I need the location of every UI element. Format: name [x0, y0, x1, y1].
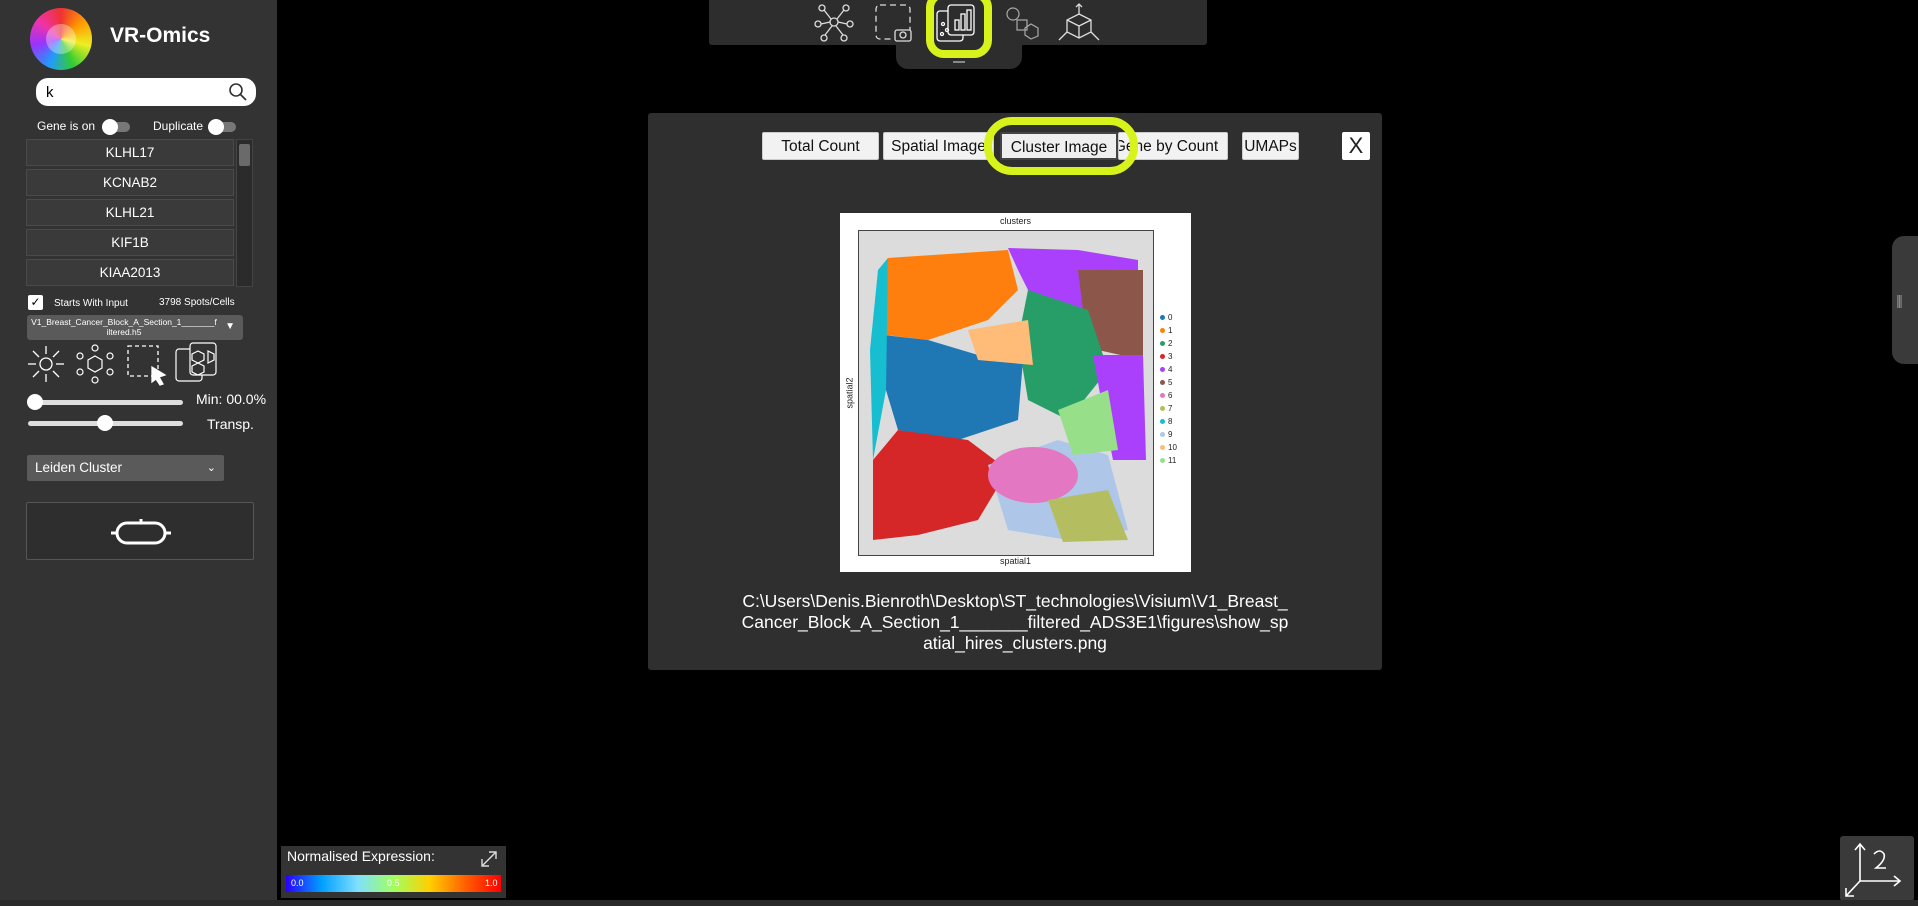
figure-ylabel: spatial2: [844, 377, 855, 409]
lasso-select-icon[interactable]: [125, 343, 167, 386]
chevron-down-icon: ▼: [225, 321, 235, 332]
legend-item: 0: [1160, 313, 1172, 322]
transparency-slider-handle[interactable]: [97, 415, 113, 431]
search-box[interactable]: [36, 78, 256, 106]
vr-headset-icon: [111, 519, 171, 545]
app-logo: [30, 8, 92, 70]
3d-cube-icon[interactable]: [1057, 2, 1101, 44]
gene-list-item[interactable]: KLHL21: [26, 199, 234, 226]
hexagon-grid-icon[interactable]: [174, 341, 217, 383]
image-file-path: C:\Users\Denis.Bienroth\Desktop\ST_techn…: [741, 591, 1289, 653]
legend-item: 5: [1160, 378, 1172, 387]
search-input[interactable]: [46, 82, 226, 102]
legend-item: 4: [1160, 365, 1172, 374]
expand-icon[interactable]: [478, 848, 500, 870]
highlight-ring: [926, 0, 992, 58]
spots-count: 3798 Spots/Cells: [159, 297, 235, 308]
legend-item: 1: [1160, 326, 1172, 335]
starts-with-input-checkbox[interactable]: ✓: [28, 295, 43, 310]
shapes-icon[interactable]: [1005, 6, 1041, 40]
close-button[interactable]: X: [1342, 132, 1370, 160]
sidebar: VR-Omics Gene is on Duplicate KLHL17 KCN…: [0, 0, 277, 906]
image-viewer-modal: Total Count Spatial Image Gene by Count …: [648, 113, 1382, 670]
highlight-ring: [984, 117, 1138, 175]
legend-item: 11: [1160, 456, 1176, 465]
tab-total-count[interactable]: Total Count: [762, 132, 879, 160]
sun-icon[interactable]: [25, 343, 67, 385]
gene-list-scrollbar[interactable]: [236, 139, 253, 287]
duplicate-toggle[interactable]: [208, 119, 236, 135]
search-icon[interactable]: [228, 82, 248, 107]
tab-umaps[interactable]: UMAPs: [1242, 132, 1299, 160]
gene-list-item[interactable]: KLHL17: [26, 139, 234, 166]
scrollbar-thumb[interactable]: [239, 144, 250, 166]
network-icon[interactable]: [814, 2, 854, 42]
tab-spatial-image[interactable]: Spatial Image: [883, 132, 994, 160]
file-dropdown-value: V1_Breast_Cancer_Block_A_Section_1______…: [31, 317, 217, 337]
gene-list: KLHL17 KCNAB2 KLHL21 KIF1B KIAA2013: [26, 139, 236, 287]
bottom-strip: [0, 900, 1918, 906]
legend-item: 3: [1160, 352, 1172, 361]
min-threshold-slider[interactable]: [28, 400, 183, 405]
expression-legend-label: Normalised Expression:: [287, 848, 435, 864]
gene-list-item[interactable]: KIF1B: [26, 229, 234, 256]
legend-item: 6: [1160, 391, 1172, 400]
grip-icon: |||: [1896, 292, 1903, 308]
expression-tick: 0.5: [387, 878, 400, 888]
legend-item: 2: [1160, 339, 1172, 348]
axes-orientation-widget[interactable]: [1840, 836, 1914, 901]
spatial-cluster-plot: [858, 230, 1154, 556]
hexagon-cluster-icon[interactable]: [74, 343, 116, 385]
expression-tick: 0.0: [291, 878, 304, 888]
gene-list-item[interactable]: KIAA2013: [26, 259, 234, 286]
duplicate-label: Duplicate: [153, 119, 204, 133]
screenshot-icon[interactable]: [873, 2, 915, 44]
app-title: VR-Omics: [110, 24, 211, 47]
chevron-down-icon: ⌄: [206, 462, 216, 474]
expression-tick: 1.0: [485, 878, 498, 888]
right-panel-handle[interactable]: |||: [1892, 236, 1918, 364]
cluster-dropdown-value: Leiden Cluster: [35, 460, 123, 475]
gene-list-item[interactable]: KCNAB2: [26, 169, 234, 196]
file-dropdown[interactable]: V1_Breast_Cancer_Block_A_Section_1______…: [27, 315, 243, 340]
figure-xlabel: spatial1: [999, 556, 1032, 566]
gene-is-on-label: Gene is on: [37, 119, 96, 133]
transparency-label: Transp.: [207, 416, 254, 432]
legend-item: 9: [1160, 430, 1172, 439]
gene-is-on-toggle[interactable]: [102, 119, 130, 135]
axes-icon: [1845, 842, 1902, 897]
min-threshold-label: Min: 00.0%: [196, 391, 267, 407]
cluster-dropdown[interactable]: Leiden Cluster ⌄: [27, 455, 224, 481]
legend-item: 8: [1160, 417, 1172, 426]
starts-with-input-label: Starts With Input: [54, 298, 128, 309]
expression-legend: Normalised Expression: 0.0 0.5 1.0: [281, 846, 506, 898]
min-threshold-slider-handle[interactable]: [27, 394, 43, 410]
figure-title: clusters: [999, 216, 1031, 226]
cluster-figure: clusters spatial2 0 1 2 3 4 5 6 7 8 9 10…: [840, 213, 1191, 572]
legend-item: 10: [1160, 443, 1177, 452]
vr-headset-panel[interactable]: [26, 502, 254, 560]
legend-item: 7: [1160, 404, 1172, 413]
